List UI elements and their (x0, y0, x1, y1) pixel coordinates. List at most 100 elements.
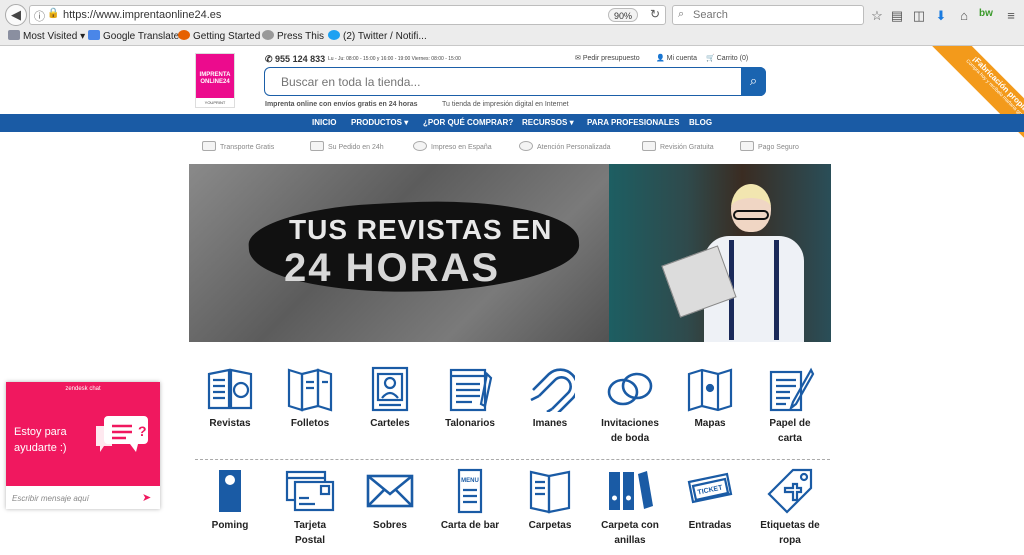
nav-item-profesionales[interactable]: PARA PROFESIONALES (587, 118, 679, 127)
bookmark-most-visited[interactable]: Most Visited ▾ (8, 30, 85, 42)
product-label: Tarjeta Postal (293, 520, 327, 546)
feature-24h: Su Pedido en 24h (310, 141, 384, 151)
postcard-icon (285, 470, 335, 512)
magazine-icon (207, 368, 253, 410)
product-label: Carpeta con anillas (601, 520, 659, 546)
features-bar: Transporte Gratis Su Pedido en 24h Impre… (0, 139, 1024, 155)
cart-link[interactable]: 🛒 Carrito (0) (706, 54, 748, 62)
site-search-input[interactable] (281, 74, 731, 90)
bookmark-twitter[interactable]: (2) Twitter / Notifi... (328, 30, 427, 42)
reload-icon[interactable]: ↻ (650, 7, 660, 21)
banner-headline: TUS REVISTAS EN (289, 214, 553, 245)
download-icon[interactable]: ⬇ (932, 8, 950, 24)
product-label: Invitaciones de boda (601, 418, 659, 444)
url-bar[interactable]: ⓘ 🔒 https://www.imprentaonline24.es 90% … (29, 5, 666, 25)
chevron-down-icon: ▾ (569, 118, 574, 127)
product-mapas[interactable]: Mapas (670, 366, 750, 431)
product-papel-carta[interactable]: Papel de carta (750, 366, 830, 446)
product-label: Mapas (694, 418, 726, 429)
home-icon[interactable]: ⌂ (955, 8, 973, 23)
product-carpeta-anillas[interactable]: Carpeta con anillas (590, 468, 670, 548)
phone-number[interactable]: ✆ 955 124 833 (265, 54, 325, 65)
product-label: Carpetas (528, 520, 572, 531)
reading-list-icon[interactable]: ▤ (888, 8, 906, 24)
svg-text:?: ? (138, 423, 147, 439)
product-label: Sobres (373, 520, 407, 531)
nav-item-productos[interactable]: PRODUCTOS ▾ (351, 118, 408, 127)
product-grid: Revistas Folletos Carteles Talonarios Im… (190, 366, 830, 555)
product-entradas[interactable]: TICKET Entradas (670, 468, 750, 533)
model-glasses (733, 210, 769, 220)
chat-widget[interactable]: zendesk chat Estoy para ayudarte :) ? Es… (6, 382, 160, 509)
feature-spain: Impreso en España (413, 141, 492, 151)
product-etiquetas-ropa[interactable]: Etiquetas de ropa (750, 468, 830, 548)
translate-icon (88, 30, 100, 40)
lock-icon (740, 141, 754, 151)
chevron-down-icon: ▾ (404, 118, 409, 127)
opening-hours: Lu - Ju: 08:00 - 15:00 y 16:00 - 19:00 V… (328, 56, 461, 62)
product-label: Revistas (209, 418, 251, 429)
zoom-indicator[interactable]: 90% (608, 8, 639, 22)
model-suspender (774, 240, 779, 340)
bookmark-press-this[interactable]: Press This (262, 30, 324, 42)
product-label: Carta de bar (440, 520, 500, 531)
envelope-icon (366, 474, 414, 508)
nav-item-por-que-comprar[interactable]: ¿POR QUÉ COMPRAR? (423, 118, 513, 127)
quote-link[interactable]: ✉ Pedir presupuesto (575, 54, 640, 62)
nav-item-recursos[interactable]: RECURSOS ▾ (522, 118, 574, 127)
chat-message: Estoy para ayudarte :) (14, 426, 67, 454)
extension-icon[interactable]: bw (977, 8, 995, 19)
info-icon[interactable]: ⓘ (34, 8, 45, 24)
product-carta-bar[interactable]: MENU Carta de bar (430, 468, 510, 533)
lock-icon: 🔒 (47, 8, 60, 19)
hero-banner[interactable]: TUS REVISTAS EN 24 HORAS (189, 164, 831, 342)
bookmarks-bar: Most Visited ▾ Google Translate Getting … (0, 29, 1024, 45)
bookmark-getting-started[interactable]: Getting Started (178, 30, 260, 42)
model-head (731, 184, 771, 232)
nav-item-blog[interactable]: BLOG (689, 118, 712, 127)
product-tarjeta-postal[interactable]: Tarjeta Postal (270, 468, 350, 548)
chat-input[interactable]: Escribir mensaje aquí (12, 494, 89, 503)
navigation-toolbar: ◀ ⓘ 🔒 https://www.imprentaonline24.es 90… (0, 3, 1024, 29)
send-icon[interactable]: ➤ (142, 491, 151, 504)
site-search-button[interactable]: ⌕ (741, 67, 766, 96)
account-link[interactable]: 👤 Mi cuenta (656, 54, 697, 62)
browser-search-bar[interactable]: ⌕ (672, 5, 864, 25)
product-label: Etiquetas de ropa (760, 520, 820, 546)
menu-icon[interactable]: ≡ (1002, 8, 1020, 23)
firefox-icon (178, 30, 190, 40)
pocket-icon[interactable]: ◫ (910, 8, 928, 24)
main-navigation: INICIO PRODUCTOS ▾ ¿POR QUÉ COMPRAR? REC… (0, 114, 1024, 132)
logo-mark: IMPRENTA ONLINE24 (196, 54, 234, 98)
product-poming[interactable]: Poming (190, 468, 270, 533)
product-label: Entradas (688, 520, 732, 531)
chat-header[interactable]: zendesk chat Estoy para ayudarte :) ? (6, 382, 160, 486)
product-label: Folletos (290, 418, 330, 429)
product-carteles[interactable]: Carteles (350, 366, 430, 431)
browser-search-input[interactable] (693, 8, 858, 22)
product-invitaciones[interactable]: Invitaciones de boda (590, 366, 670, 446)
folder-icon (8, 30, 20, 40)
product-folletos[interactable]: Folletos (270, 366, 350, 431)
tagline-bold: Imprenta online con envíos gratis en 24 … (265, 101, 418, 108)
product-carpetas[interactable]: Carpetas (510, 468, 590, 533)
product-imanes[interactable]: Imanes (510, 366, 590, 431)
twitter-icon (328, 30, 340, 40)
nav-item-inicio[interactable]: INICIO (312, 118, 336, 127)
url-text[interactable]: https://www.imprentaonline24.es (63, 9, 221, 21)
bar-menu-icon: MENU (457, 468, 483, 514)
product-label: Talonarios (445, 418, 495, 429)
product-talonarios[interactable]: Talonarios (430, 366, 510, 431)
bookmark-google-translate[interactable]: Google Translate (88, 30, 179, 42)
logo-subtitle: YOUPRINT (204, 100, 226, 105)
door-hanger-icon (219, 470, 241, 512)
site-logo[interactable]: IMPRENTA ONLINE24 YOUPRINT (195, 53, 235, 108)
bookmark-star-icon[interactable]: ☆ (868, 8, 886, 24)
feature-transport: Transporte Gratis (202, 141, 274, 151)
binders-icon (609, 471, 653, 510)
chat-brand: zendesk chat (65, 386, 101, 392)
product-sobres[interactable]: Sobres (350, 468, 430, 533)
magnet-icon (530, 368, 575, 412)
back-button[interactable]: ◀ (5, 4, 27, 26)
product-revistas[interactable]: Revistas (190, 366, 270, 431)
